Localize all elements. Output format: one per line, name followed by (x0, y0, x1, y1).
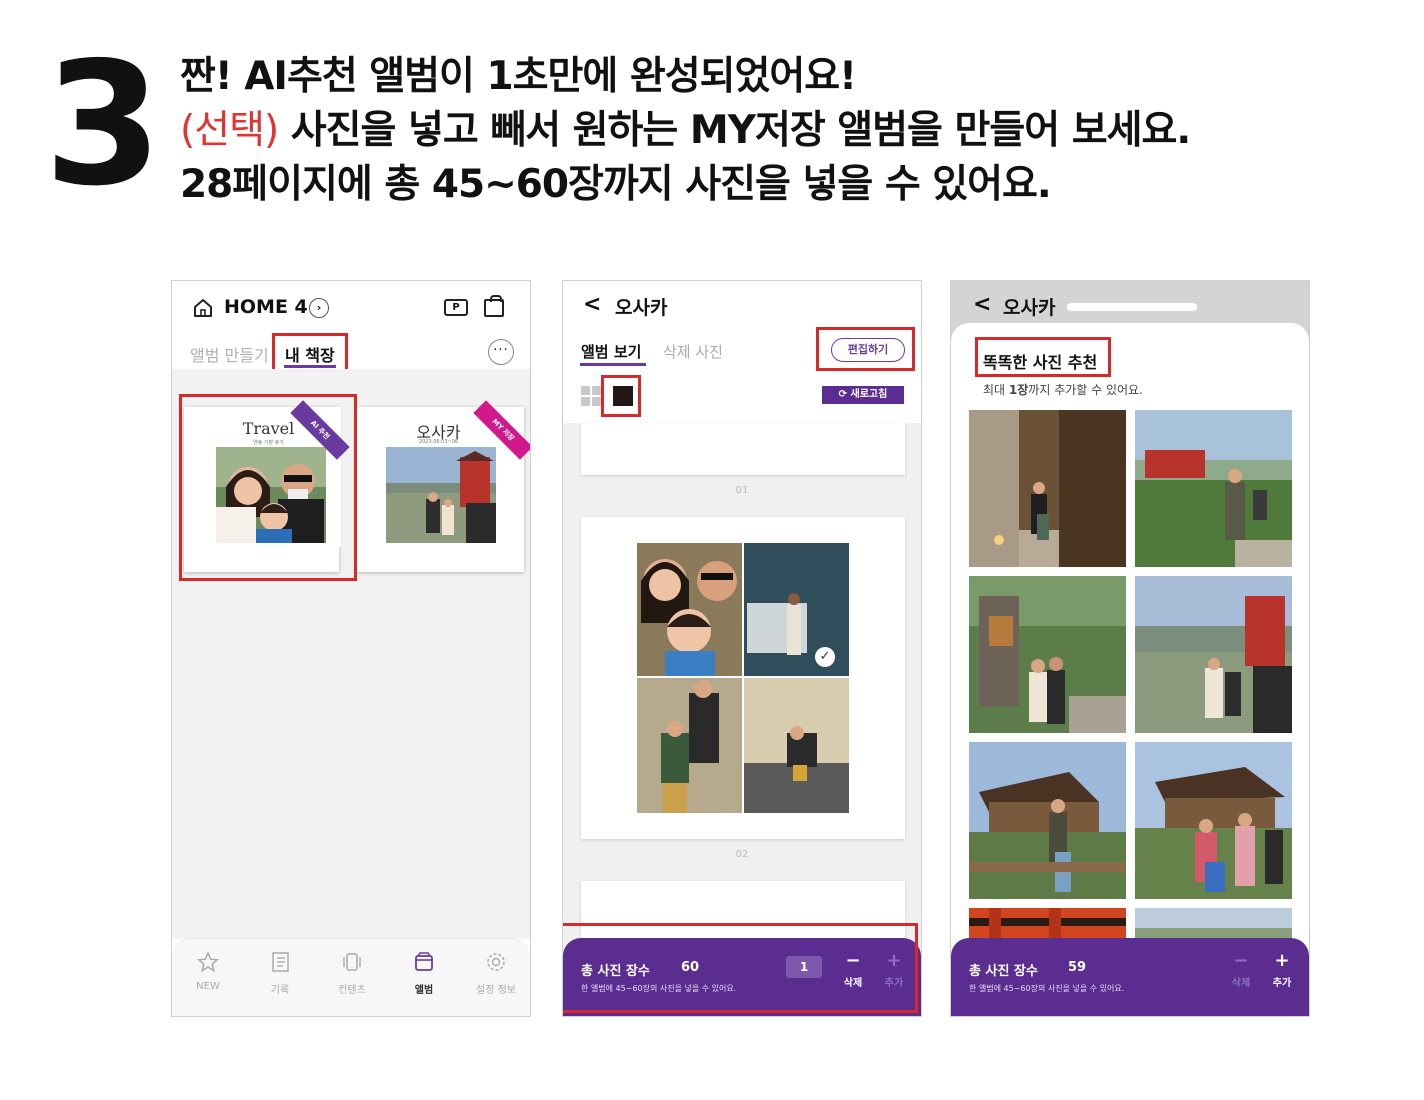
app-header: HOME 4 › P (172, 281, 530, 331)
bookshelf-area: Travel 연휴 가장 휴가 AI 추천 오사카 2023.06.03~06 … (172, 369, 530, 939)
note-prefix: 최대 (983, 383, 1009, 397)
cover-photo (386, 447, 496, 543)
recommend-photo[interactable] (969, 742, 1126, 899)
minus-icon: − (1233, 950, 1249, 971)
gear-icon (487, 953, 505, 971)
tab-album-view[interactable]: 앨범 보기 (581, 341, 641, 362)
note-limit: 1장 (1008, 383, 1029, 397)
cover-photo (216, 447, 326, 543)
album-page-2[interactable]: ✓ (581, 517, 905, 839)
tab-make-album[interactable]: 앨범 만들기 (190, 342, 269, 366)
tab-bar: 앨범 만들기 내 책장 (172, 339, 530, 371)
tab-my-bookshelf[interactable]: 내 책장 (285, 342, 335, 366)
selected-check-icon[interactable]: ✓ (815, 647, 835, 667)
total-photos-label: 총 사진 장수 (969, 964, 1038, 979)
nav-label: 기록 (270, 985, 290, 996)
total-photos-label: 총 사진 장수 (581, 964, 650, 979)
album-icon (415, 952, 433, 971)
photo-count-bar: 총 사진 장수 60 한 앨범에 45~60장의 사진을 넣을 수 있어요. 1… (563, 938, 921, 1016)
photo-limit-note: 한 앨범에 45~60장의 사진을 넣을 수 있어요. (969, 984, 1125, 993)
screen-album-view: < 오사카 앨범 보기 삭제 사진 편집하기 ⟳ 새로고침 01 ✓ 02 총 … (562, 280, 922, 1017)
page-number: 02 (735, 849, 749, 860)
screen-photo-recommend: < 오사카 똑똑한 사진 추천 최대 1장까지 추가할 수 있어요. 총 사진 … (950, 280, 1310, 1017)
recommend-photo[interactable] (1135, 410, 1292, 567)
more-options-button[interactable]: ··· (488, 339, 514, 365)
screen-bookshelf: HOME 4 › P 앨범 만들기 내 책장 ··· Travel 연휴 가장 … (171, 280, 531, 1017)
note-suffix: 까지 추가할 수 있어요. (1028, 383, 1143, 397)
tab-deleted-photos[interactable]: 삭제 사진 (663, 341, 723, 362)
recommend-photo[interactable] (969, 410, 1126, 567)
bottom-navigation: NEW 기록 컨텐츠 앨범 설정 정보 (172, 938, 530, 1016)
add-label: 추가 (884, 978, 904, 989)
headline-line-2: (선택) 사진을 넣고 빼서 원하는 MY저장 앨범을 만들어 보세요. (180, 104, 1191, 158)
nav-contents[interactable]: 컨텐츠 (322, 951, 382, 996)
page-photo-collage (637, 543, 849, 813)
delete-label: 삭제 (1231, 978, 1251, 989)
refresh-button[interactable]: ⟳ 새로고침 (822, 386, 904, 404)
minus-icon: − (845, 950, 861, 971)
add-label: 추가 (1272, 978, 1292, 989)
drag-handle[interactable] (1067, 303, 1197, 311)
nav-label: 컨텐츠 (338, 985, 366, 996)
recommend-limit-note: 최대 1장까지 추가할 수 있어요. (983, 381, 1143, 398)
delete-button[interactable]: − 삭제 (1226, 950, 1256, 990)
photo-limit-note: 한 앨범에 45~60장의 사진을 넣을 수 있어요. (581, 984, 737, 993)
album-pages-scroll[interactable]: 01 ✓ 02 (563, 423, 921, 1016)
total-photos-count: 60 (681, 960, 700, 975)
album-book-my[interactable]: 오사카 2023.06.03~06 MY 저장 (356, 400, 530, 572)
cards-icon (343, 953, 361, 971)
add-button[interactable]: + 추가 (1267, 950, 1297, 990)
chevron-right-icon[interactable]: › (309, 298, 329, 318)
shopping-bag-icon[interactable] (484, 295, 504, 317)
book-subtitle: 2023.06.03~06 (418, 439, 459, 445)
home-title[interactable]: HOME 4 (224, 296, 308, 318)
album-title: 오사카 (615, 297, 668, 319)
recommend-photo[interactable] (969, 576, 1126, 733)
headline-line-3: 28페이지에 총 45~60장까지 사진을 넣을 수 있어요. (180, 162, 1052, 207)
selected-quantity: 1 (786, 956, 822, 978)
recommend-photo[interactable] (1135, 576, 1292, 733)
nav-settings[interactable]: 설정 정보 (466, 951, 526, 996)
grid-view-icon[interactable] (581, 386, 601, 406)
journal-icon (272, 952, 289, 972)
photo-count-bar: 총 사진 장수 59 한 앨범에 45~60장의 사진을 넣을 수 있어요. −… (951, 938, 1309, 1016)
album-title: 오사카 (1003, 297, 1056, 319)
album-book-ai[interactable]: Travel 연휴 가장 휴가 AI 추천 (184, 400, 350, 572)
headline: 짠! AI추천 앨범이 1초만에 완성되었어요! (선택) 사진을 넣고 빼서 … (180, 50, 1191, 212)
nav-label: 설정 정보 (476, 985, 516, 996)
plus-icon: + (886, 950, 902, 971)
total-photos-count: 59 (1068, 960, 1087, 975)
recommend-heading: 똑똑한 사진 추천 (983, 353, 1098, 372)
optional-tag: (선택) (180, 108, 279, 153)
back-arrow-icon[interactable]: < (583, 292, 601, 317)
edit-button[interactable]: 편집하기 (831, 338, 905, 362)
active-tab-indicator (284, 365, 336, 368)
album-page-1[interactable] (581, 423, 905, 475)
delete-button[interactable]: − 삭제 (838, 950, 868, 990)
refresh-label: 새로고침 (850, 389, 888, 400)
nav-journal[interactable]: 기록 (250, 951, 310, 996)
nav-new[interactable]: NEW (178, 951, 238, 992)
step-number: 3 (44, 26, 162, 224)
active-tab-indicator (580, 363, 646, 366)
add-button[interactable]: + 추가 (879, 950, 909, 990)
recommend-photo[interactable] (1135, 742, 1292, 899)
nav-label: 앨범 (414, 985, 434, 996)
back-arrow-icon[interactable]: < (973, 292, 991, 317)
nav-label: NEW (196, 981, 220, 992)
single-page-view-icon[interactable] (613, 386, 633, 406)
home-icon[interactable] (192, 297, 214, 319)
delete-label: 삭제 (843, 978, 863, 989)
coupon-icon[interactable]: P (444, 299, 468, 316)
recommend-sheet: 똑똑한 사진 추천 최대 1장까지 추가할 수 있어요. (951, 323, 1309, 1016)
headline-line-2-text: 사진을 넣고 빼서 원하는 MY저장 앨범을 만들어 보세요. (278, 108, 1191, 153)
page-number: 01 (735, 485, 749, 496)
headline-line-1: 짠! AI추천 앨범이 1초만에 완성되었어요! (180, 54, 857, 99)
star-icon (197, 951, 219, 973)
nav-album[interactable]: 앨범 (394, 951, 454, 996)
plus-icon: + (1274, 950, 1290, 971)
